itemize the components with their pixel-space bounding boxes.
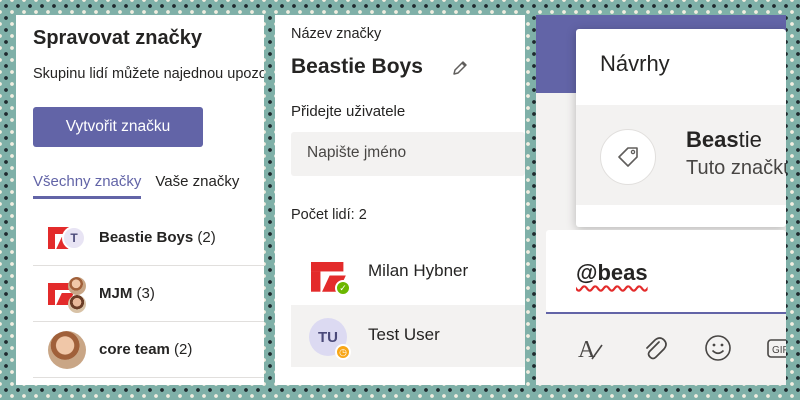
tab-all-tags[interactable]: Všechny značky — [33, 173, 142, 199]
member-avatar: TU ◷ — [309, 318, 351, 360]
compose-text: @beas — [576, 260, 648, 285]
tag-name: Beastie Boys (2) — [99, 229, 216, 246]
member-name: Test User — [368, 325, 440, 344]
svg-text:A: A — [578, 337, 596, 363]
tag-name-title: Beastie Boys — [291, 55, 423, 78]
message-compose-box[interactable]: @beas — [546, 230, 786, 312]
gif-icon[interactable]: GIF — [762, 330, 786, 366]
member-row[interactable]: ✓ Milan Hybner — [291, 241, 525, 303]
people-count: Počet lidí: 2 — [291, 207, 367, 223]
member-avatar: ✓ — [309, 254, 351, 296]
tag-row[interactable]: core team (2) — [33, 322, 264, 378]
suggestion-item[interactable]: Beastie Tuto značku — [576, 105, 786, 205]
edit-pencil-icon[interactable] — [451, 59, 469, 82]
name-search-input[interactable]: Napište jméno — [291, 132, 525, 176]
member-name: Milan Hybner — [368, 261, 469, 280]
compose-divider — [546, 312, 786, 314]
add-users-label: Přidejte uživatele — [291, 103, 406, 120]
manage-tags-panel: Spravovat značky Skupinu lidí můžete naj… — [16, 15, 264, 385]
away-status-icon: ◷ — [335, 344, 351, 360]
user-initial-avatar: T — [62, 226, 86, 250]
tag-row[interactable]: MJM (3) — [33, 266, 264, 322]
suggestions-popup: Návrhy Beastie Tuto značku — [576, 29, 786, 227]
tag-avatar-group: T — [48, 219, 86, 257]
tag-avatar-group — [48, 331, 86, 369]
tag-name-label: Název značky — [291, 26, 382, 42]
format-icon[interactable]: A — [572, 330, 608, 366]
create-tag-button[interactable]: Vytvořit značku — [33, 107, 203, 147]
tag-row[interactable]: T Beastie Boys (2) — [33, 210, 264, 266]
tag-tabs: Všechny značky Vaše značky — [33, 173, 253, 203]
compose-panel: Návrhy Beastie Tuto značku @beas A GIF — [536, 15, 786, 385]
tab-your-tags[interactable]: Vaše značky — [155, 173, 239, 196]
available-status-icon: ✓ — [335, 280, 351, 296]
tag-name: MJM (3) — [99, 285, 155, 302]
user-photo-avatar — [68, 295, 86, 313]
svg-text:GIF: GIF — [772, 345, 786, 356]
suggestion-name: Beastie — [686, 127, 762, 152]
suggestions-heading: Návrhy — [600, 51, 670, 76]
emoji-icon[interactable] — [700, 330, 736, 366]
tag-name: core team (2) — [99, 341, 193, 358]
description-text: Skupinu lidí můžete najednou upozornit — [33, 66, 264, 82]
user-photo-avatar — [48, 331, 86, 369]
tag-icon — [600, 129, 656, 185]
tag-detail-panel: Název značky Beastie Boys Přidejte uživa… — [275, 15, 525, 385]
page-title: Spravovat značky — [33, 27, 202, 49]
tag-avatar-group — [48, 275, 86, 313]
attach-icon[interactable] — [636, 330, 672, 366]
user-photo-avatar — [68, 277, 86, 295]
member-row[interactable]: TU ◷ Test User — [291, 305, 525, 367]
suggestion-subtitle: Tuto značku — [686, 157, 786, 179]
